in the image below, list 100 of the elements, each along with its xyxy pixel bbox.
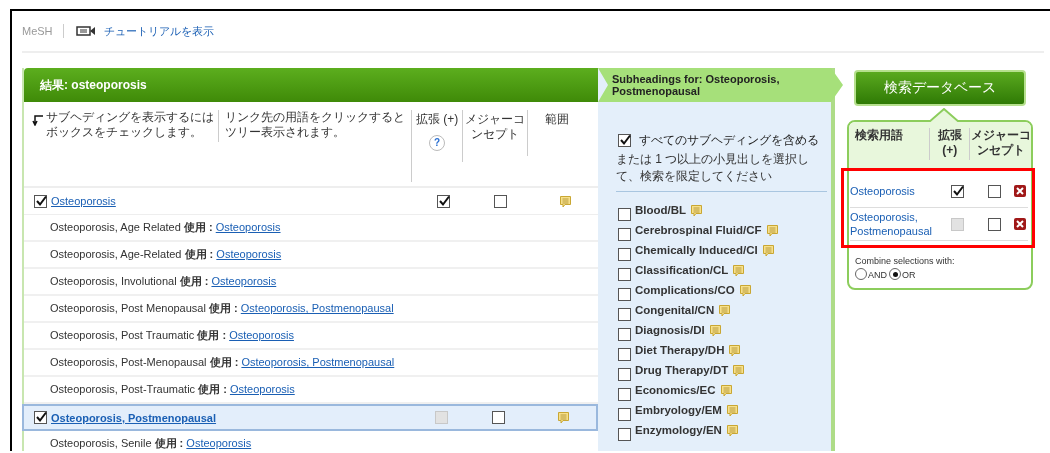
note-icon bbox=[690, 204, 704, 217]
note-icon bbox=[732, 364, 746, 377]
checkbox[interactable] bbox=[618, 308, 631, 321]
checkbox[interactable] bbox=[618, 288, 631, 301]
subheading-label: Drug Therapy/DT bbox=[635, 364, 729, 376]
column-header: 拡張 (+) bbox=[415, 112, 459, 127]
subheading-label: Complications/CO bbox=[635, 284, 735, 296]
subheading-label: Classification/CL bbox=[635, 264, 729, 276]
subheadings-title: Subheadings for: Osteoporosis, Postmenopausal bbox=[612, 73, 781, 97]
note-icon bbox=[725, 424, 739, 437]
term-link[interactable]: Osteoporosis bbox=[215, 221, 281, 233]
checkbox[interactable] bbox=[618, 388, 631, 401]
term-link[interactable]: Osteoporosis bbox=[229, 383, 295, 395]
close-icon bbox=[1016, 220, 1025, 228]
column-header: 検索用語 bbox=[849, 128, 931, 160]
term-link[interactable]: Osteoporosis bbox=[850, 184, 939, 198]
column-header: メジャーコンセプト bbox=[464, 112, 526, 142]
term-link[interactable]: Osteoporosis bbox=[229, 329, 294, 341]
check-icon bbox=[35, 193, 48, 207]
section-label: MeSH bbox=[22, 24, 64, 38]
combine-label: Combine selections with: bbox=[855, 256, 956, 266]
explode-checkbox[interactable] bbox=[951, 184, 965, 198]
check-icon bbox=[35, 410, 48, 423]
note-icon bbox=[558, 194, 572, 208]
note-icon bbox=[738, 284, 752, 297]
subheading-label: Chemically Induced/CI bbox=[635, 244, 758, 256]
subheading-label: Diet Therapy/DH bbox=[635, 344, 725, 356]
include-all-checkbox[interactable] bbox=[618, 134, 631, 147]
note-icon bbox=[728, 344, 742, 357]
instruction-text: または 1 つ以上の小見出しを選択して、検索を限定してください bbox=[616, 151, 827, 192]
video-icon bbox=[75, 25, 96, 37]
checkbox[interactable] bbox=[618, 348, 631, 361]
synonym-entry: Osteoporosis, Senile 使用 : Osteoporosis bbox=[49, 436, 252, 451]
subheading-label: Economics/EC bbox=[635, 384, 716, 396]
synonym-entry: Osteoporosis, Post-Menopausal 使用 : Osteoporosis, Postmenopausal bbox=[49, 355, 395, 370]
radio-button[interactable] bbox=[889, 268, 901, 280]
column-header: 範囲 bbox=[545, 112, 569, 127]
note-icon bbox=[708, 324, 722, 337]
hint-text: サブヘディングを表示するにはボックスをチェックします。 bbox=[46, 110, 215, 141]
checkbox[interactable] bbox=[618, 368, 631, 381]
checkbox[interactable] bbox=[618, 248, 631, 261]
subheading-label: Blood/BL bbox=[635, 204, 687, 216]
checkbox[interactable] bbox=[34, 194, 47, 208]
results-title: 結果: osteoporosis bbox=[24, 68, 598, 102]
help-button[interactable]: ? bbox=[429, 135, 445, 151]
synonym-entry: Osteoporosis, Post-Traumatic 使用 : Osteoporosis bbox=[49, 382, 295, 397]
explode-checkbox[interactable] bbox=[436, 194, 450, 208]
subheading-label: Embryology/EM bbox=[635, 404, 722, 416]
subheading-label: Congenital/CN bbox=[635, 304, 715, 316]
major-concept-checkbox[interactable] bbox=[491, 411, 505, 424]
column-header: メジャーコンセプト bbox=[970, 128, 1031, 159]
major-concept-checkbox[interactable] bbox=[988, 217, 1002, 231]
arrow-icon bbox=[32, 114, 44, 126]
remove-button[interactable] bbox=[1014, 218, 1027, 230]
close-icon bbox=[1016, 187, 1025, 195]
term-link[interactable]: Osteoporosis, Postmenopausal bbox=[241, 356, 395, 368]
major-concept-checkbox[interactable] bbox=[988, 184, 1002, 198]
subheading-label: Cerebrospinal Fluid/CF bbox=[635, 224, 762, 236]
search-database-button[interactable]: 検索データベース bbox=[854, 70, 1026, 106]
note-icon bbox=[556, 411, 570, 424]
check-icon bbox=[437, 193, 451, 207]
major-concept-checkbox[interactable] bbox=[493, 194, 507, 208]
checkbox[interactable] bbox=[34, 411, 47, 424]
term-link[interactable]: Osteoporosis, Postmenopausal bbox=[850, 210, 939, 238]
radio-label: AND bbox=[868, 270, 887, 280]
checkbox[interactable] bbox=[618, 208, 631, 221]
hint-text: リンク先の用語をクリックするとツリー表示されます。 bbox=[218, 110, 411, 142]
checkbox[interactable] bbox=[618, 408, 631, 421]
checkbox-label: すべてのサブヘディングを含める bbox=[639, 132, 819, 149]
checkbox[interactable] bbox=[618, 428, 631, 441]
term-link[interactable]: Osteoporosis bbox=[211, 275, 277, 287]
check-icon bbox=[619, 133, 632, 146]
radio-label: OR bbox=[902, 270, 916, 280]
check-icon bbox=[952, 183, 966, 197]
remove-button[interactable] bbox=[1014, 185, 1027, 197]
checkbox[interactable] bbox=[618, 268, 631, 281]
subheading-label: Diagnosis/DI bbox=[635, 324, 705, 336]
note-icon bbox=[719, 384, 733, 397]
synonym-entry: Osteoporosis, Post Traumatic 使用 : Osteoporosis bbox=[49, 328, 294, 343]
column-header: 拡張 (+) bbox=[930, 128, 971, 160]
synonym-entry: Osteoporosis, Post Menopausal 使用 : Osteoporosis, Postmenopausal bbox=[49, 301, 394, 316]
note-icon bbox=[732, 264, 746, 277]
synonym-entry: Osteoporosis, Involutional 使用 : Osteoporosis bbox=[49, 274, 277, 289]
note-icon bbox=[718, 304, 732, 317]
checkbox[interactable] bbox=[618, 228, 631, 241]
term-link[interactable]: Osteoporosis, Postmenopausal bbox=[240, 302, 394, 314]
note-icon bbox=[725, 404, 739, 417]
synonym-entry: Osteoporosis, Age-Related 使用 : Osteoporosis bbox=[49, 247, 282, 262]
synonym-entry: Osteoporosis, Age Related 使用 : Osteoporosis bbox=[49, 220, 281, 235]
selected-row[interactable]: Osteoporosis, Postmenopausal bbox=[22, 404, 598, 431]
term-link[interactable]: Osteoporosis bbox=[186, 437, 252, 449]
tutorial-link[interactable]: チュートリアルを表示 bbox=[103, 23, 214, 39]
subheading-label: Enzymology/EN bbox=[635, 424, 722, 436]
term-link[interactable]: Osteoporosis bbox=[51, 195, 116, 207]
term-link[interactable]: Osteoporosis bbox=[216, 248, 282, 260]
term-link[interactable]: Osteoporosis, Postmenopausal bbox=[51, 411, 217, 424]
radio-button[interactable] bbox=[855, 268, 867, 280]
note-icon bbox=[761, 244, 775, 257]
checkbox[interactable] bbox=[618, 328, 631, 341]
note-icon bbox=[765, 224, 779, 237]
